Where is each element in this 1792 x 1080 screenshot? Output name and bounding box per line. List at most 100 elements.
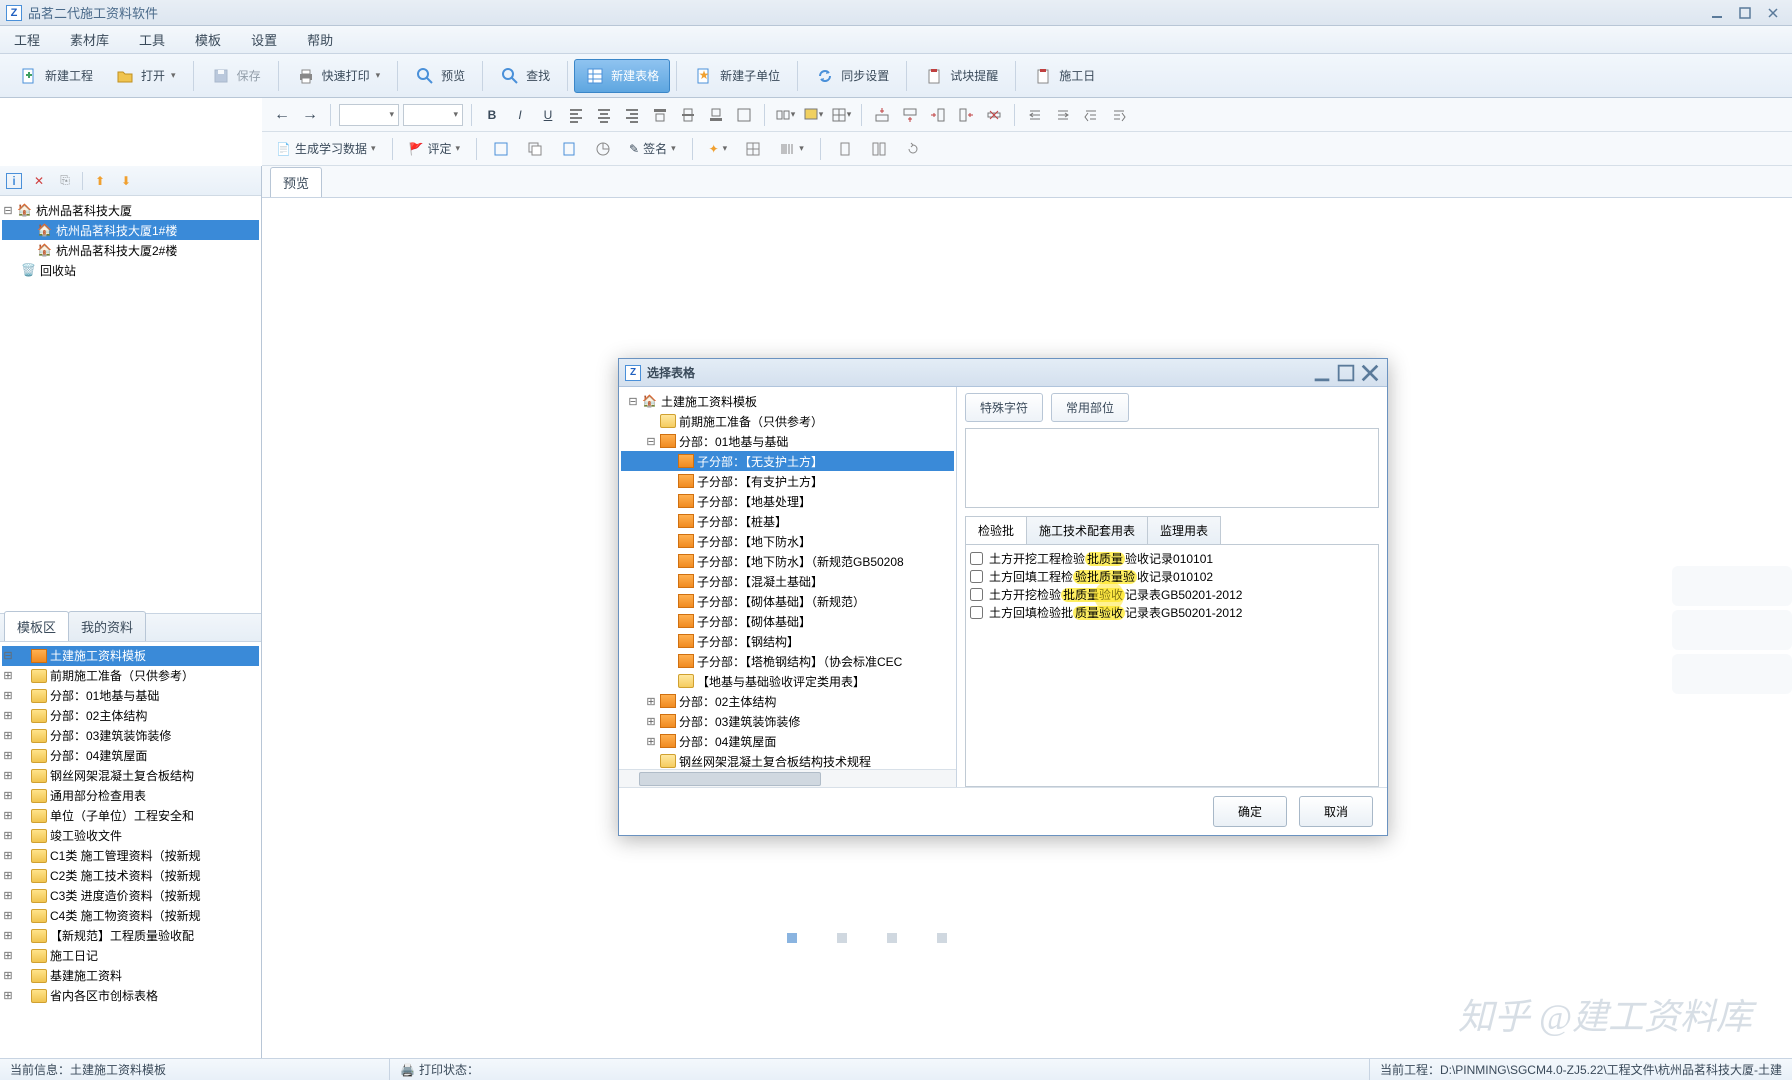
back-button[interactable]: ← — [270, 103, 294, 127]
template-node[interactable]: ⊞分部：03建筑装饰装修 — [2, 726, 259, 746]
template-node[interactable]: ⊞分部：04建筑屋面 — [2, 746, 259, 766]
project-tree[interactable]: ⊟🏠杭州品茗科技大厦 🏠杭州品茗科技大厦1#楼 🏠杭州品茗科技大厦2#楼 🗑️回… — [0, 196, 261, 613]
template-node[interactable]: ⊞分部：01地基与基础 — [2, 686, 259, 706]
tab-preview[interactable]: 预览 — [270, 167, 322, 197]
export-button[interactable] — [555, 138, 583, 160]
dialog-checklist[interactable]: 土方开挖工程检验批质量验收记录010101土方回填工程检验批质量验收记录0101… — [965, 544, 1379, 787]
checklist-row[interactable]: 土方开挖检验批质量验收记录表GB50201-2012 — [970, 585, 1374, 603]
tab-tech-forms[interactable]: 施工技术配套用表 — [1026, 516, 1148, 544]
insert-row-below-button[interactable] — [898, 103, 922, 127]
template-node[interactable]: ⊞前期施工准备（只供参考） — [2, 666, 259, 686]
up-icon[interactable]: ⬆ — [91, 172, 109, 190]
fill-color-button[interactable]: ▾ — [801, 103, 825, 127]
font-size-combo[interactable]: ▾ — [403, 104, 463, 126]
checklist-row[interactable]: 土方回填检验批质量验收记录表GB50201-2012 — [970, 603, 1374, 621]
template-node[interactable]: ⊞C2类 施工技术资料（按新规 — [2, 866, 259, 886]
template-node[interactable]: ⊞C4类 施工物资资料（按新规 — [2, 906, 259, 926]
dot-3[interactable] — [887, 933, 897, 943]
underline-button[interactable]: U — [536, 103, 560, 127]
construction-log-button[interactable]: 施工日 — [1022, 59, 1106, 93]
borders-button[interactable] — [732, 103, 756, 127]
template-node[interactable]: ⊞C1类 施工管理资料（按新规 — [2, 846, 259, 866]
outdent-block-button[interactable] — [1079, 103, 1103, 127]
test-block-button[interactable]: 试块提醒 — [913, 59, 1009, 93]
merge-button[interactable]: ▾ — [773, 103, 797, 127]
open-button[interactable]: 打开▾ — [104, 59, 187, 93]
save-button[interactable]: 保存 — [200, 59, 272, 93]
dialog-tree-node[interactable]: 子分部：【地下防水】 — [621, 531, 954, 551]
template-node[interactable]: ⊞【新规范】工程质量验收配 — [2, 926, 259, 946]
quick-print-button[interactable]: 快速打印▾ — [285, 59, 392, 93]
insert-col-left-button[interactable] — [926, 103, 950, 127]
dialog-tree-node[interactable]: 【地基与基础验收评定类用表】 — [621, 671, 954, 691]
down-icon[interactable]: ⬇ — [117, 172, 135, 190]
new-subunit-button[interactable]: ★新建子单位 — [683, 59, 791, 93]
valign-top-button[interactable] — [648, 103, 672, 127]
copy-cell-button[interactable] — [521, 138, 549, 160]
bold-button[interactable]: B — [480, 103, 504, 127]
menu-1[interactable]: 素材库 — [64, 26, 115, 53]
template-node[interactable]: ⊟土建施工资料模板 — [2, 646, 259, 666]
template-node[interactable]: ⊞施工日记 — [2, 946, 259, 966]
dialog-tree-node[interactable]: 前期施工准备（只供参考） — [621, 411, 954, 431]
filter-icon[interactable]: ✕ — [30, 172, 48, 190]
template-node[interactable]: ⊞基建施工资料 — [2, 966, 259, 986]
common-parts-button[interactable]: 常用部位 — [1051, 393, 1129, 422]
dialog-tree-node[interactable]: 子分部：【无支护土方】 — [621, 451, 954, 471]
maximize-button[interactable] — [1732, 4, 1758, 22]
pie-chart-button[interactable] — [589, 138, 617, 160]
dialog-tree-node[interactable]: 子分部：【砌体基础】 — [621, 611, 954, 631]
template-node[interactable]: ⊞单位（子单位）工程安全和 — [2, 806, 259, 826]
tab-inspection-batch[interactable]: 检验批 — [965, 516, 1027, 544]
tree-node-building-2[interactable]: 🏠杭州品茗科技大厦2#楼 — [2, 240, 259, 260]
template-node[interactable]: ⊞竣工验收文件 — [2, 826, 259, 846]
indent-increase-button[interactable] — [1051, 103, 1075, 127]
minimize-button[interactable] — [1704, 4, 1730, 22]
checklist-row[interactable]: 土方开挖工程检验批质量验收记录010101 — [970, 549, 1374, 567]
new-table-button[interactable]: 新建表格 — [574, 59, 670, 93]
tree-node-recycle[interactable]: 🗑️回收站 — [2, 260, 259, 280]
italic-button[interactable]: I — [508, 103, 532, 127]
dialog-tree-node[interactable]: 子分部：【地下防水】（新规范GB50208 — [621, 551, 954, 571]
grid-tool-button[interactable] — [739, 138, 767, 160]
template-node[interactable]: ⊞通用部分检查用表 — [2, 786, 259, 806]
template-node[interactable]: ⊞分部：02主体结构 — [2, 706, 259, 726]
dialog-maximize-button[interactable] — [1335, 364, 1357, 382]
insert-text-button[interactable] — [487, 138, 515, 160]
page-double-button[interactable] — [865, 138, 893, 160]
menu-5[interactable]: 帮助 — [301, 26, 339, 53]
dot-4[interactable] — [937, 933, 947, 943]
dialog-tree-node[interactable]: 子分部：【有支护土方】 — [621, 471, 954, 491]
align-center-button[interactable] — [592, 103, 616, 127]
checklist-checkbox[interactable] — [970, 552, 983, 565]
ok-button[interactable]: 确定 — [1213, 796, 1287, 827]
special-chars-button[interactable]: 特殊字符 — [965, 393, 1043, 422]
template-node[interactable]: ⊞省内各区市创标表格 — [2, 986, 259, 1006]
cancel-button[interactable]: 取消 — [1299, 796, 1373, 827]
indent-decrease-button[interactable] — [1023, 103, 1047, 127]
checklist-checkbox[interactable] — [970, 570, 983, 583]
tab-supervision-forms[interactable]: 监理用表 — [1147, 516, 1221, 544]
menu-2[interactable]: 工具 — [133, 26, 171, 53]
align-left-button[interactable] — [564, 103, 588, 127]
dialog-tree-node[interactable]: ⊞分部：02主体结构 — [621, 691, 954, 711]
font-family-combo[interactable]: ▾ — [339, 104, 399, 126]
dialog-tree-node[interactable]: ⊞分部：04建筑屋面 — [621, 731, 954, 751]
menu-4[interactable]: 设置 — [245, 26, 283, 53]
dialog-tree-node[interactable]: 子分部：【砌体基础】（新规范） — [621, 591, 954, 611]
dialog-tree-node[interactable]: ⊟🏠土建施工资料模板 — [621, 391, 954, 411]
dialog-tree-node[interactable]: 子分部：【桩基】 — [621, 511, 954, 531]
page-single-button[interactable] — [831, 138, 859, 160]
insert-row-above-button[interactable] — [870, 103, 894, 127]
checklist-checkbox[interactable] — [970, 606, 983, 619]
checklist-checkbox[interactable] — [970, 588, 983, 601]
menu-3[interactable]: 模板 — [189, 26, 227, 53]
valign-middle-button[interactable] — [676, 103, 700, 127]
new-project-button[interactable]: 新建工程 — [8, 59, 104, 93]
generate-study-data-button[interactable]: 📄生成学习数据▾ — [270, 137, 382, 160]
dialog-tree-hscrollbar[interactable] — [619, 769, 956, 787]
tree-node-building-1[interactable]: 🏠杭州品茗科技大厦1#楼 — [2, 220, 259, 240]
dialog-tree-node[interactable]: 子分部：【钢结构】 — [621, 631, 954, 651]
template-node[interactable]: ⊞钢丝网架混凝土复合板结构 — [2, 766, 259, 786]
preview-button[interactable]: 预览 — [404, 59, 476, 93]
